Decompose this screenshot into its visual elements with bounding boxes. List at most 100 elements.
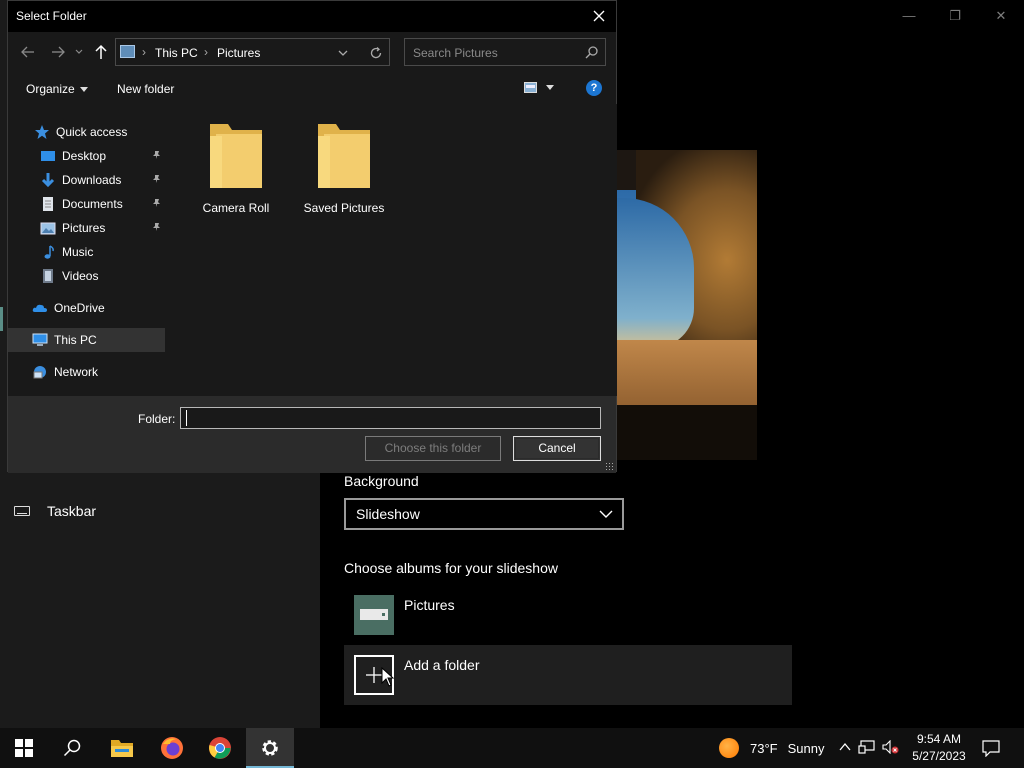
organize-menu-button[interactable]: Organize [26, 82, 88, 96]
view-layout-icon [524, 82, 537, 93]
search-box[interactable]: Search Pictures [404, 38, 606, 66]
taskbar-firefox[interactable] [148, 728, 196, 768]
taskbar: 73°F Sunny 9:54 AM 5/27/2023 [0, 728, 1024, 768]
albums-label: Choose albums for your slideshow [344, 560, 558, 576]
change-view-button[interactable] [524, 82, 554, 93]
taskbar-settings[interactable] [246, 728, 294, 768]
nav-item-label: OneDrive [54, 301, 105, 315]
search-icon [63, 739, 81, 757]
dialog-command-bar: Organize New folder ? [8, 73, 616, 104]
background-dropdown[interactable]: Slideshow [344, 498, 624, 530]
dialog-footer: Folder: Choose this folder Cancel [8, 396, 616, 473]
weather-condition: Sunny [787, 740, 825, 756]
chevron-down-icon [546, 85, 554, 90]
computer-icon [32, 333, 48, 346]
nav-item-label: Desktop [62, 149, 107, 163]
pin-icon[interactable] [152, 174, 162, 184]
nav-item-this-pc[interactable]: This PC [8, 328, 165, 352]
sun-icon [719, 738, 739, 758]
clock-time: 9:54 AM [916, 732, 962, 746]
network-tray-icon[interactable] [858, 740, 876, 754]
nav-item-label: Documents [62, 197, 123, 211]
choose-this-folder-button[interactable]: Choose this folder [365, 436, 501, 461]
help-icon[interactable]: ? [586, 80, 602, 96]
network-icon [33, 366, 46, 379]
start-button[interactable] [0, 728, 48, 768]
nav-item-label: Downloads [62, 173, 122, 187]
close-icon[interactable] [588, 6, 610, 26]
clock-date: 5/27/2023 [912, 749, 966, 763]
select-folder-dialog: Select Folder › This PC › Pictures Searc… [7, 0, 617, 473]
firefox-icon [161, 737, 183, 759]
taskbar-file-explorer[interactable] [98, 728, 146, 768]
minimize-button[interactable]: — [886, 6, 932, 26]
chevron-down-icon[interactable] [337, 47, 349, 59]
organize-label: Organize [26, 82, 75, 96]
taskbar-icon [14, 506, 30, 516]
refresh-icon[interactable] [369, 46, 383, 60]
volume-muted-icon[interactable] [882, 740, 900, 754]
breadcrumb-pictures[interactable]: Pictures [217, 46, 260, 60]
nav-item-label: Music [62, 245, 94, 259]
nav-item-desktop[interactable]: Desktop [8, 144, 165, 168]
address-bar[interactable]: › This PC › Pictures [115, 38, 390, 66]
pin-icon[interactable] [152, 222, 162, 232]
folder-name: Saved Pictures [303, 201, 385, 215]
nav-item-pictures[interactable]: Pictures [8, 216, 165, 240]
weather-widget[interactable]: 73°F Sunny [719, 738, 824, 758]
nav-item-onedrive[interactable]: OneDrive [8, 296, 165, 320]
maximize-button[interactable]: ❐ [932, 6, 978, 26]
nav-item-videos[interactable]: Videos [8, 264, 165, 288]
sidebar-item-taskbar[interactable]: Taskbar [14, 503, 96, 519]
add-folder-button[interactable]: Add a folder [344, 645, 792, 705]
dialog-navigation-bar: › This PC › Pictures Search Pictures [8, 32, 616, 73]
folder-field[interactable] [180, 407, 601, 429]
nav-item-label: Network [54, 365, 99, 379]
folder-item-camera-roll[interactable]: Camera Roll [186, 122, 286, 215]
forward-arrow-icon[interactable] [50, 44, 66, 60]
search-placeholder: Search Pictures [413, 46, 498, 60]
folder-icon [210, 124, 262, 188]
documents-icon [43, 197, 53, 211]
folder-item-saved-pictures[interactable]: Saved Pictures [294, 122, 394, 215]
recent-locations-chevron-icon[interactable] [74, 44, 84, 60]
chrome-icon [209, 737, 231, 759]
nav-item-network[interactable]: Network [8, 360, 165, 384]
clock[interactable]: 9:54 AM 5/27/2023 [908, 731, 970, 765]
breadcrumb-this-pc[interactable]: This PC [155, 46, 198, 60]
pictures-icon [40, 222, 56, 235]
nav-item-label: Quick access [56, 125, 128, 139]
start-icon [15, 739, 33, 757]
up-arrow-icon[interactable] [93, 44, 109, 60]
pictures-location-icon [120, 45, 135, 58]
nav-item-label: Pictures [62, 221, 106, 235]
nav-item-music[interactable]: Music [8, 240, 165, 264]
file-list: Camera Roll Saved Pictures [165, 104, 617, 396]
notifications-icon[interactable] [982, 739, 1000, 757]
nav-item-label: Videos [62, 269, 99, 283]
nav-item-quick-access[interactable]: Quick access [8, 120, 165, 144]
star-icon [35, 125, 49, 139]
taskbar-chrome[interactable] [196, 728, 244, 768]
album-name: Pictures [404, 597, 455, 613]
pin-icon[interactable] [152, 198, 162, 208]
taskbar-search-button[interactable] [48, 728, 96, 768]
pin-icon[interactable] [152, 150, 162, 160]
dialog-titlebar: Select Folder [8, 1, 616, 32]
nav-item-downloads[interactable]: Downloads [8, 168, 165, 192]
resize-grip[interactable] [605, 462, 614, 471]
new-folder-button[interactable]: New folder [117, 82, 174, 96]
album-item[interactable]: Pictures [354, 595, 455, 635]
nav-item-documents[interactable]: Documents [8, 192, 165, 216]
sidebar-item-label: Taskbar [47, 503, 97, 519]
back-arrow-icon[interactable] [20, 44, 36, 60]
search-icon [585, 46, 598, 59]
nav-item-label: This PC [54, 333, 97, 347]
cancel-button[interactable]: Cancel [513, 436, 601, 461]
file-explorer-icon [111, 740, 133, 757]
music-icon [44, 245, 54, 259]
close-window-button[interactable]: ✕ [978, 6, 1024, 26]
desktop-icon [41, 151, 55, 161]
chevron-up-icon[interactable] [838, 740, 852, 754]
album-drive-icon [354, 595, 394, 635]
